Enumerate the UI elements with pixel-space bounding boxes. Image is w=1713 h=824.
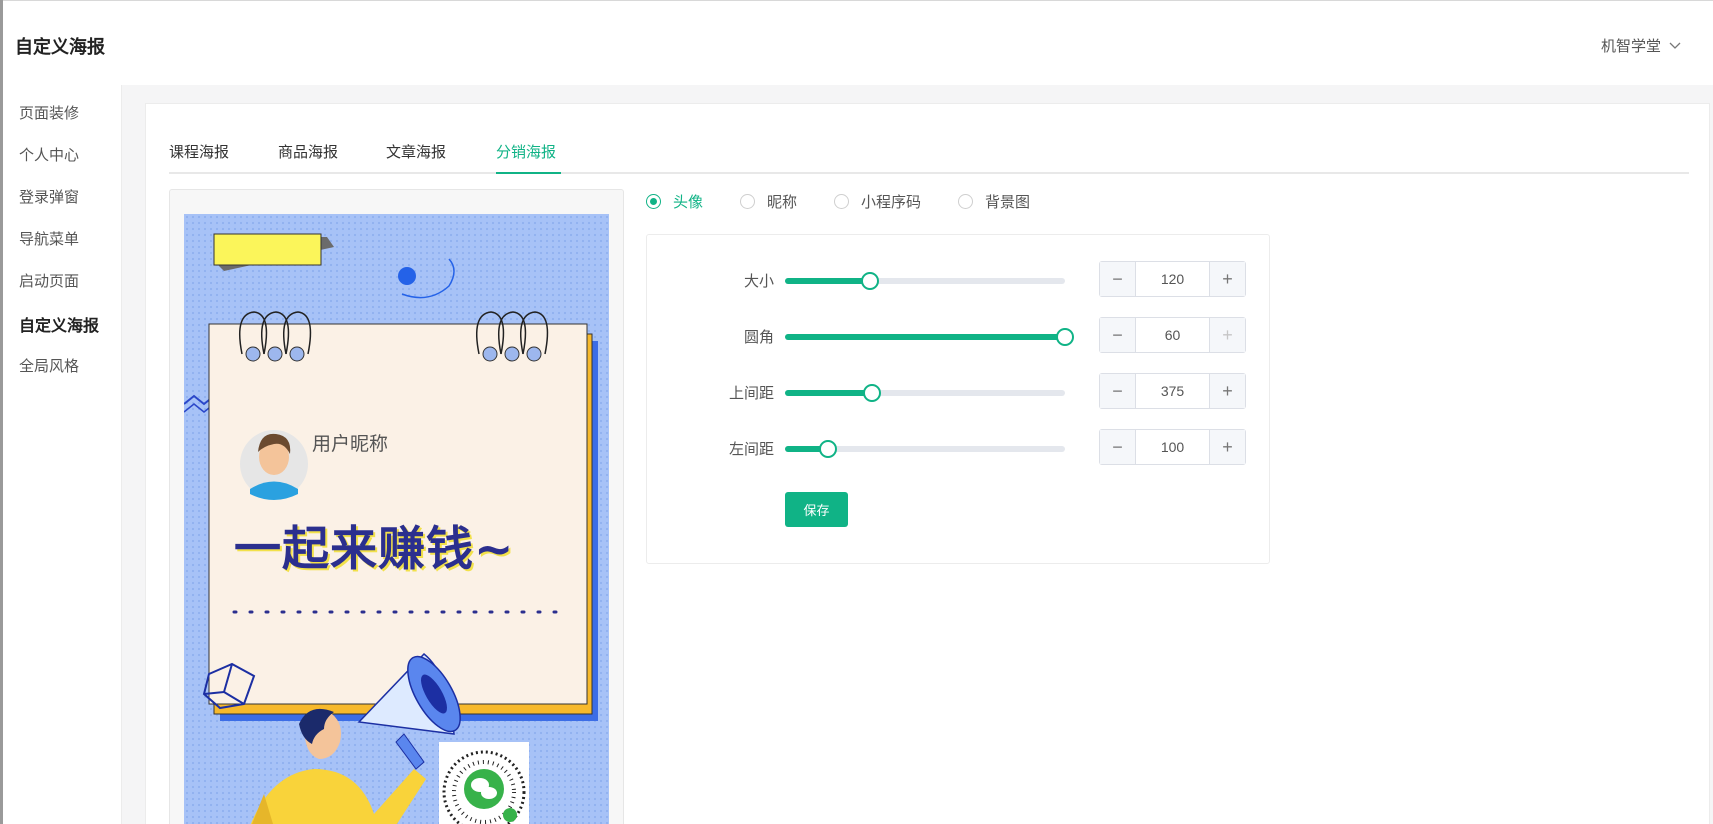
setting-label: 上间距 <box>728 385 774 402</box>
size-slider[interactable] <box>785 272 1065 290</box>
tab-product-poster[interactable]: 商品海报 <box>278 141 338 162</box>
setting-row-top-margin: 上间距 − 375 + <box>647 373 1271 409</box>
slider-handle[interactable] <box>819 440 838 458</box>
main-content: 课程海报 商品海报 文章海报 分销海报 用户昵称 一起来赚钱~ 头像 昵称 小程… <box>145 103 1710 824</box>
slider-handle[interactable] <box>861 272 880 290</box>
chevron-down-icon <box>1669 42 1681 49</box>
sidebar-item-global-style[interactable]: 全局风格 <box>19 355 79 376</box>
slider-fill <box>785 390 872 396</box>
sidebar-item-nav-menu[interactable]: 导航菜单 <box>19 228 79 249</box>
size-input[interactable]: 120 <box>1136 262 1209 296</box>
poster-preview: 用户昵称 一起来赚钱~ <box>184 214 609 824</box>
poster-tabs: 课程海报 商品海报 文章海报 分销海报 <box>169 104 1689 174</box>
plus-button[interactable]: + <box>1209 374 1245 408</box>
top-header: 自定义海报 机智学堂 <box>3 0 1713 85</box>
radio-label: 昵称 <box>767 194 798 211</box>
radio-avatar[interactable]: 头像 <box>646 191 703 212</box>
poster-slogan: 一起来赚钱~ <box>234 522 515 577</box>
setting-label: 大小 <box>743 273 774 290</box>
setting-row-radius: 圆角 − 60 + <box>647 317 1271 353</box>
radius-input[interactable]: 60 <box>1136 318 1209 352</box>
slider-handle[interactable] <box>1056 328 1074 346</box>
radio-circle <box>834 194 850 209</box>
radio-background[interactable]: 背景图 <box>958 191 1030 212</box>
radio-mini-program-code[interactable]: 小程序码 <box>834 191 921 212</box>
radio-nickname[interactable]: 昵称 <box>740 191 797 212</box>
plus-button[interactable]: + <box>1209 318 1245 352</box>
left-margin-stepper: − 100 + <box>1099 429 1246 465</box>
minus-button[interactable]: − <box>1100 318 1136 352</box>
plus-button[interactable]: + <box>1209 430 1245 464</box>
plus-button[interactable]: + <box>1209 262 1245 296</box>
radio-circle <box>646 194 661 209</box>
sidebar-item-page-decoration[interactable]: 页面装修 <box>19 102 79 123</box>
slider-fill <box>785 278 871 284</box>
sidebar-item-custom-poster[interactable]: 自定义海报 <box>19 312 99 336</box>
poster-preview-panel: 用户昵称 一起来赚钱~ <box>169 189 624 824</box>
slider-handle[interactable] <box>862 384 881 402</box>
minus-button[interactable]: − <box>1100 262 1136 296</box>
settings-panel: 大小 − 120 + 圆角 − 60 + 上间距 − 375 + 左间距 − 1… <box>646 234 1270 564</box>
active-tab-indicator <box>496 172 561 174</box>
poster-avatar-nickname: 用户昵称 <box>312 434 389 455</box>
sidebar-item-personal-center[interactable]: 个人中心 <box>19 144 79 165</box>
tab-distribution-poster[interactable]: 分销海报 <box>496 141 556 162</box>
page-title: 自定义海报 <box>15 37 105 57</box>
size-stepper: − 120 + <box>1099 261 1246 297</box>
radio-label: 头像 <box>673 194 704 211</box>
left-margin-input[interactable]: 100 <box>1136 430 1209 464</box>
setting-label: 圆角 <box>743 329 774 346</box>
top-margin-input[interactable]: 375 <box>1136 374 1209 408</box>
element-selector: 头像 昵称 小程序码 背景图 <box>646 191 1067 212</box>
radio-circle <box>740 194 756 209</box>
minus-button[interactable]: − <box>1100 430 1136 464</box>
user-menu[interactable]: 机智学堂 <box>1601 35 1681 56</box>
setting-row-size: 大小 − 120 + <box>647 261 1271 297</box>
radio-label: 背景图 <box>985 194 1031 211</box>
top-margin-slider[interactable] <box>785 384 1065 402</box>
setting-row-left-margin: 左间距 − 100 + <box>647 429 1271 465</box>
tab-course-poster[interactable]: 课程海报 <box>169 141 229 162</box>
top-margin-stepper: − 375 + <box>1099 373 1246 409</box>
setting-label: 左间距 <box>728 441 774 458</box>
radius-stepper: − 60 + <box>1099 317 1246 353</box>
radio-circle <box>958 194 974 209</box>
left-margin-slider[interactable] <box>785 440 1065 458</box>
save-button[interactable]: 保存 <box>785 492 848 527</box>
sidebar-item-launch-page[interactable]: 启动页面 <box>19 270 79 291</box>
tab-article-poster[interactable]: 文章海报 <box>386 141 446 162</box>
sidebar-item-login-popup[interactable]: 登录弹窗 <box>19 186 79 207</box>
minus-button[interactable]: − <box>1100 374 1136 408</box>
radio-label: 小程序码 <box>861 194 922 211</box>
slider-fill <box>785 334 1065 340</box>
radius-slider[interactable] <box>785 328 1074 346</box>
user-name: 机智学堂 <box>1600 38 1661 55</box>
sidebar: 页面装修 个人中心 登录弹窗 导航菜单 启动页面 自定义海报 全局风格 <box>3 85 122 824</box>
